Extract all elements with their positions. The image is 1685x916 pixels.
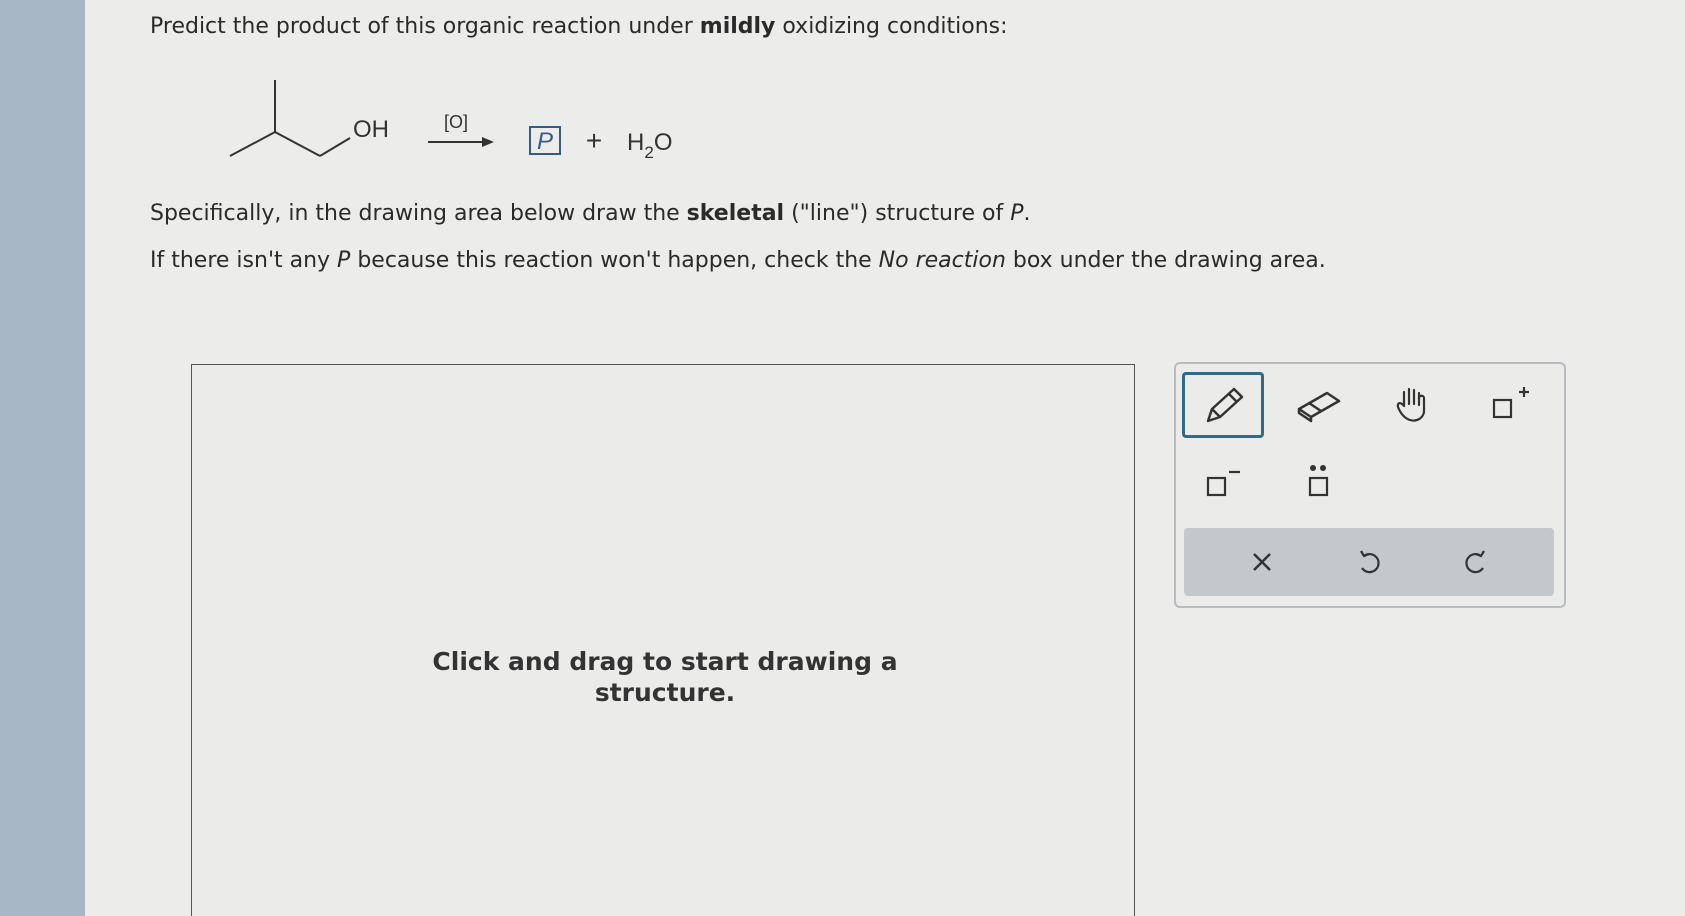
water-formula: H2O	[627, 129, 672, 162]
reaction-svg: OH [O] P + H2O	[229, 80, 672, 162]
left-sidebar-strip	[0, 0, 85, 916]
hand-icon	[1396, 387, 1426, 422]
eraser-tool-button[interactable]	[1278, 372, 1360, 438]
hand-tool-button[interactable]	[1372, 372, 1454, 438]
clear-icon	[1253, 553, 1271, 571]
undo-button[interactable]	[1329, 528, 1409, 596]
product-label: P	[537, 128, 553, 155]
page: Predict the product of this organic reac…	[0, 0, 1685, 916]
undo-icon	[1360, 550, 1380, 574]
question-line-1: Predict the product of this organic reac…	[150, 14, 1008, 39]
add-charge-icon	[1492, 387, 1529, 419]
reaction-arrow	[428, 137, 494, 147]
lone-pair-tool-button[interactable]	[1278, 450, 1360, 516]
plus-sign: +	[586, 125, 602, 156]
lone-pair-icon	[1308, 465, 1329, 497]
redo-button[interactable]	[1436, 528, 1516, 596]
add-charge-tool-button[interactable]	[1468, 372, 1550, 438]
reaction-scheme: OH [O] P + H2O	[220, 70, 700, 180]
reactant-skeletal-structure	[229, 80, 351, 157]
question-line-2: Specifically, in the drawing area below …	[150, 201, 1031, 226]
hydroxyl-label: OH	[353, 116, 389, 143]
reagent-label: [O]	[444, 112, 468, 132]
drawing-toolbox	[1174, 362, 1566, 608]
pencil-tool-button[interactable]	[1182, 372, 1264, 438]
pencil-icon	[1206, 387, 1244, 423]
clear-button[interactable]	[1222, 528, 1302, 596]
action-bar	[1184, 528, 1554, 596]
question-line-3: If there isn't any P because this reacti…	[150, 248, 1326, 273]
redo-icon	[1465, 550, 1485, 574]
eraser-icon	[1297, 391, 1341, 423]
remove-charge-tool-button[interactable]	[1182, 450, 1264, 516]
drawing-hint: Click and drag to start drawing a struct…	[432, 647, 898, 707]
drawing-canvas[interactable]	[191, 364, 1135, 916]
remove-charge-icon	[1206, 470, 1240, 497]
